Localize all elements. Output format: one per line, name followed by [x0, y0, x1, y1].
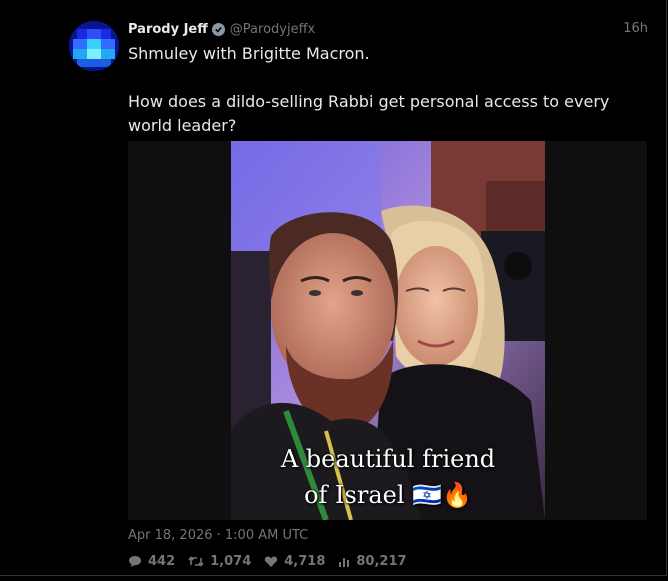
selfie-photo[interactable]: A beautiful friend of Israel 🇮🇱🔥 [231, 141, 545, 520]
reply-count: 442 [148, 554, 176, 569]
views-stat[interactable]: 80,217 [338, 554, 407, 569]
tweet-header: Parody Jeff @Parodyjeffx [128, 19, 315, 39]
tweet-stats: 442 1,074 4,718 80,217 [128, 554, 420, 569]
author-handle[interactable]: @Parodyjeffx [230, 22, 315, 37]
comment-icon [129, 556, 141, 567]
author-name[interactable]: Parody Jeff [128, 22, 208, 37]
like-count: 4,718 [284, 554, 326, 569]
retweet-icon [188, 556, 204, 567]
heart-icon [265, 556, 278, 567]
tweet-media[interactable]: A beautiful friend of Israel 🇮🇱🔥 [128, 141, 647, 520]
tweet-text: Shmuley with Brigitte Macron. How does a… [128, 42, 648, 138]
tweet-text-line2: How does a dildo-selling Rabbi get perso… [128, 92, 610, 135]
time-ago[interactable]: 16h [623, 21, 648, 36]
tweet-timestamp[interactable]: Apr 18, 2026 · 1:00 AM UTC [128, 528, 308, 543]
reply-stat[interactable]: 442 [128, 554, 175, 569]
avatar[interactable] [69, 21, 119, 71]
retweet-count: 1,074 [210, 554, 252, 569]
retweet-stat[interactable]: 1,074 [188, 554, 251, 569]
photo-caption-line2: of Israel 🇮🇱🔥 [304, 481, 472, 509]
like-stat[interactable]: 4,718 [264, 554, 325, 569]
view-count: 80,217 [356, 554, 407, 569]
tweet-text-line1: Shmuley with Brigitte Macron. [128, 44, 370, 63]
views-icon [339, 557, 350, 567]
verified-badge-icon [211, 22, 225, 36]
photo-caption-line1: A beautiful friend [280, 445, 496, 473]
